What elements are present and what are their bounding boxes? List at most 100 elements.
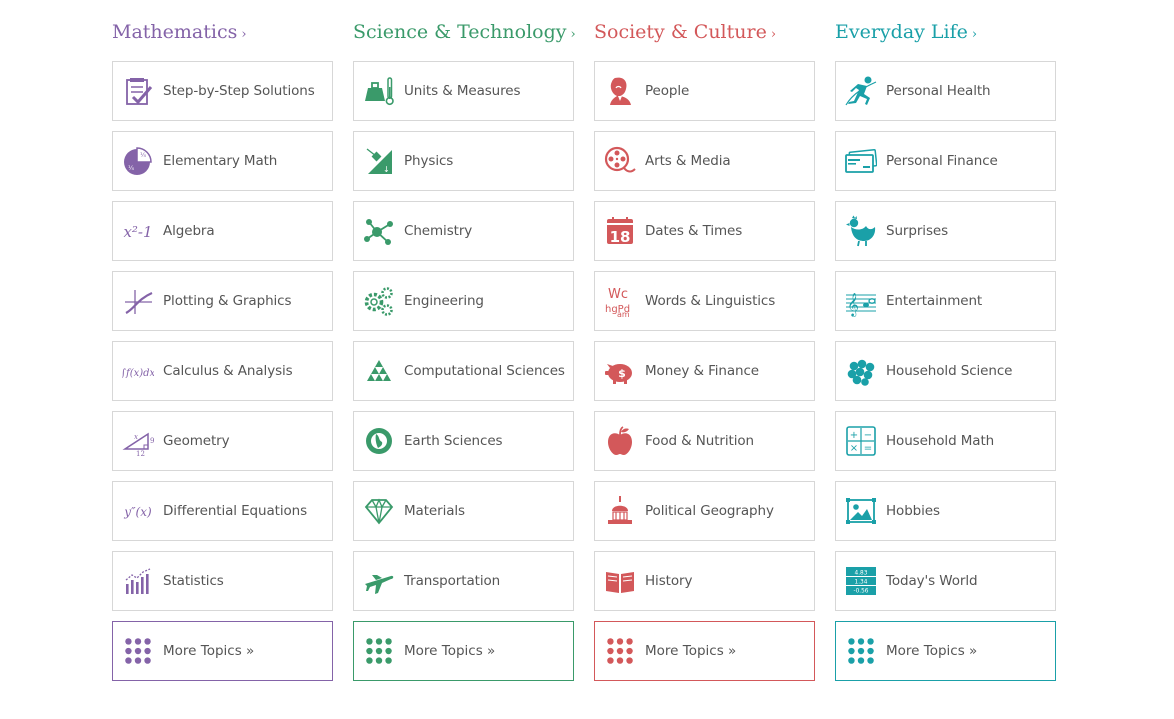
topic-tile[interactable]: Surprises — [835, 201, 1056, 261]
category-title-text: Society & Culture — [594, 21, 767, 43]
topic-tile[interactable]: History — [594, 551, 815, 611]
svg-text:+: + — [850, 430, 858, 441]
topic-tile[interactable]: Food & Nutrition — [594, 411, 815, 471]
topic-tile[interactable]: Chemistry — [353, 201, 574, 261]
category-title-everyday[interactable]: Everyday Life › — [835, 20, 1056, 44]
apple-icon — [603, 424, 637, 458]
dots-grid-icon — [121, 634, 155, 668]
topic-label: Plotting & Graphics — [163, 293, 292, 309]
capitol-icon — [603, 494, 637, 528]
more-topics-button-math[interactable]: More Topics » — [112, 621, 333, 681]
weight-thermometer-icon — [362, 74, 396, 108]
topic-tile[interactable]: x 9 12 Geometry — [112, 411, 333, 471]
category-title-text: Mathematics — [112, 21, 238, 43]
diamond-icon — [362, 494, 396, 528]
topic-label: Personal Finance — [886, 153, 998, 169]
topic-tile[interactable]: Plotting & Graphics — [112, 271, 333, 331]
dots-grid-icon — [844, 634, 878, 668]
topic-tile[interactable]: $ Money & Finance — [594, 341, 815, 401]
svg-text:Wc: Wc — [608, 287, 628, 302]
topic-tile[interactable]: ∫f(x)dx Calculus & Analysis — [112, 341, 333, 401]
topic-tile[interactable]: Transportation — [353, 551, 574, 611]
topic-tile[interactable]: Political Geography — [594, 481, 815, 541]
topic-label: Entertainment — [886, 293, 983, 309]
topic-tile[interactable]: Arts & Media — [594, 131, 815, 191]
chevron-right-icon: › — [570, 27, 576, 42]
fractal-triangle-icon — [362, 354, 396, 388]
topic-tile[interactable]: Household Science — [835, 341, 1056, 401]
topic-label: Food & Nutrition — [645, 433, 754, 449]
piggy-bank-icon: $ — [603, 354, 637, 388]
stats-chart-icon — [121, 564, 155, 598]
topic-label: Hobbies — [886, 503, 940, 519]
topic-tile[interactable]: Statistics — [112, 551, 333, 611]
svg-text:∫f(x)dx: ∫f(x)dx — [122, 368, 154, 379]
topic-label: Materials — [404, 503, 465, 519]
topic-list-everyday: Personal Health Personal Finance Surprises… — [835, 61, 1056, 681]
svg-text:12: 12 — [136, 450, 145, 457]
category-title-math[interactable]: Mathematics › — [112, 20, 333, 44]
topic-label: Arts & Media — [645, 153, 731, 169]
topic-tile[interactable]: Engineering — [353, 271, 574, 331]
more-topics-button-everyday[interactable]: More Topics » — [835, 621, 1056, 681]
physics-icon: ↓ — [362, 144, 396, 178]
topic-label: Geometry — [163, 433, 230, 449]
topic-tile[interactable]: Units & Measures — [353, 61, 574, 121]
triangle-icon: x 9 12 — [121, 424, 155, 458]
calendar-icon: 18 — [603, 214, 637, 248]
svg-text:𝄞: 𝄞 — [847, 292, 859, 317]
topic-label: Dates & Times — [645, 223, 743, 239]
svg-text:×: × — [850, 443, 858, 454]
topic-label: Engineering — [404, 293, 484, 309]
algebra-icon: x²-1 — [121, 214, 155, 248]
topic-tile[interactable]: ¼ ¼ Elementary Math — [112, 131, 333, 191]
category-title-text: Everyday Life — [835, 21, 968, 43]
svg-text:18: 18 — [610, 228, 631, 246]
topic-tile[interactable]: 4.83 1.34 -0.56 Today's World — [835, 551, 1056, 611]
svg-text:=: = — [864, 443, 872, 454]
derivative-icon: y″(x) — [121, 494, 155, 528]
topic-label: Surprises — [886, 223, 949, 239]
plot-icon — [121, 284, 155, 318]
topic-label: History — [645, 573, 693, 589]
topic-tile[interactable]: Personal Finance — [835, 131, 1056, 191]
topic-tile[interactable]: ↓ Physics — [353, 131, 574, 191]
topic-label: Transportation — [404, 573, 501, 589]
checklist-icon — [121, 74, 155, 108]
integral-icon: ∫f(x)dx — [121, 354, 155, 388]
topic-tile[interactable]: Earth Sciences — [353, 411, 574, 471]
more-topics-button-society[interactable]: More Topics » — [594, 621, 815, 681]
topic-tile[interactable]: People — [594, 61, 815, 121]
topic-tile[interactable]: x²-1 Algebra — [112, 201, 333, 261]
topic-tile[interactable]: 𝄞 Entertainment — [835, 271, 1056, 331]
topic-tile[interactable]: Personal Health — [835, 61, 1056, 121]
category-title-society[interactable]: Society & Culture › — [594, 20, 815, 44]
topic-list-science: Units & Measures ↓ Physics Chemistry Enginee… — [353, 61, 574, 681]
globe-icon — [362, 424, 396, 458]
category-title-science[interactable]: Science & Technology › — [353, 20, 576, 44]
topic-label: Political Geography — [645, 503, 774, 519]
chevron-right-icon: › — [971, 27, 978, 42]
topic-label: Algebra — [163, 223, 215, 239]
svg-text:x²-1: x²-1 — [123, 223, 152, 241]
topic-label: People — [645, 83, 690, 99]
topic-tile[interactable]: Wc hgPd am Words & Linguistics — [594, 271, 815, 331]
letters-icon: Wc hgPd am — [603, 284, 637, 318]
airplane-icon — [362, 564, 396, 598]
more-topics-label: More Topics » — [404, 643, 496, 659]
column-everyday: Everyday Life › Personal Health Personal Fi… — [835, 20, 1056, 681]
topic-tile[interactable]: + − × = Household Math — [835, 411, 1056, 471]
topic-label: Units & Measures — [404, 83, 521, 99]
topic-tile[interactable]: 18 Dates & Times — [594, 201, 815, 261]
ticker-icon: 4.83 1.34 -0.56 — [844, 564, 878, 598]
book-icon — [603, 564, 637, 598]
more-topics-button-science[interactable]: More Topics » — [353, 621, 574, 681]
svg-text:$: $ — [618, 367, 626, 380]
topic-tile[interactable]: Hobbies — [835, 481, 1056, 541]
topic-tile[interactable]: Step-by-Step Solutions — [112, 61, 333, 121]
topic-tile[interactable]: Materials — [353, 481, 574, 541]
topic-label: Household Science — [886, 363, 1013, 379]
svg-text:−: − — [864, 430, 872, 441]
topic-tile[interactable]: Computational Sciences — [353, 341, 574, 401]
topic-tile[interactable]: y″(x) Differential Equations — [112, 481, 333, 541]
